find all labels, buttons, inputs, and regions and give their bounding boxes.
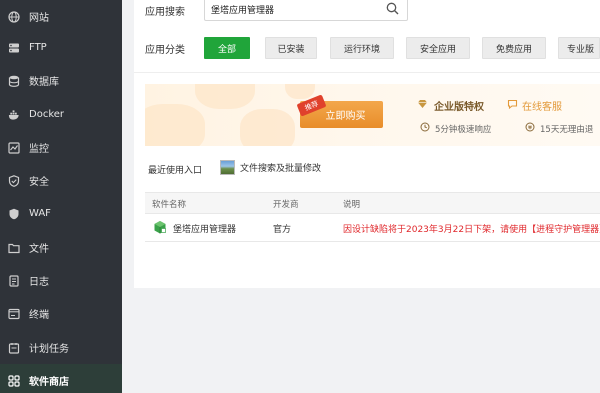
sidebar-item-label: 日志 xyxy=(29,277,49,288)
app-thumbnail xyxy=(220,160,235,175)
table-header: 软件名称 开发商 说明 xyxy=(145,192,600,214)
feature-refund: 15天无理由退 xyxy=(525,122,593,135)
feature-fast-response: 5分钟极速响应 xyxy=(420,122,491,135)
online-service-label: 在线客服 xyxy=(522,102,562,113)
category-security-button[interactable]: 安全应用 xyxy=(406,37,470,59)
banner-decoration xyxy=(285,84,315,99)
sidebar-item-label: 网站 xyxy=(29,13,49,24)
category-free-button[interactable]: 免费应用 xyxy=(482,37,546,59)
enterprise-banner: 立即购买 推荐 企业版特权 在线客服 5分钟极速响应 15天无理由退 xyxy=(145,84,600,146)
sidebar-item-files[interactable]: 文件 xyxy=(0,231,122,264)
sidebar-item-security[interactable]: 安全 xyxy=(0,164,122,197)
recent-label: 最近使用入口 xyxy=(148,166,203,176)
column-header-description: 说明 xyxy=(343,200,361,210)
chat-bubble-icon xyxy=(507,99,518,112)
apps-grid-icon xyxy=(8,374,20,387)
recent-entry-file-search[interactable]: 文件搜索及批量修改 xyxy=(220,160,321,175)
shield-icon xyxy=(8,208,20,220)
search-label: 应用搜索 xyxy=(145,7,185,18)
sidebar-item-label: 计划任务 xyxy=(29,344,69,355)
divider xyxy=(134,72,600,73)
docker-whale-icon xyxy=(8,109,20,121)
search-box xyxy=(204,0,408,21)
feature-refund-label: 15天无理由退 xyxy=(540,124,594,135)
sidebar-item-label: 安全 xyxy=(29,177,49,188)
banner-decoration xyxy=(240,109,295,146)
clock-icon xyxy=(420,122,430,135)
category-runtime-button[interactable]: 运行环境 xyxy=(330,37,394,59)
software-description: 因设计缺陷将于2023年3月22日下架，请使用【进程守护管理器】 xyxy=(343,225,600,235)
terminal-icon xyxy=(8,308,20,320)
feature-fast-response-label: 5分钟极速响应 xyxy=(435,124,492,135)
diamond-icon xyxy=(417,99,428,112)
column-header-vendor: 开发商 xyxy=(273,200,299,210)
table-row[interactable]: 堡塔应用管理器 官方 因设计缺陷将于2023年3月22日下架，请使用【进程守护管… xyxy=(145,214,600,242)
sidebar-item-label: 文件 xyxy=(29,244,49,255)
sidebar-item-label: 监控 xyxy=(29,144,49,155)
monitor-icon xyxy=(8,141,20,154)
sidebar-item-ftp[interactable]: FTP xyxy=(0,31,122,64)
log-document-icon xyxy=(8,274,20,287)
refund-icon xyxy=(525,122,535,135)
sidebar-item-label: 软件商店 xyxy=(29,377,69,388)
software-name: 堡塔应用管理器 xyxy=(173,225,237,235)
ftp-server-icon xyxy=(8,42,20,54)
sidebar-item-waf[interactable]: WAF xyxy=(0,197,122,230)
sidebar-item-label: WAF xyxy=(29,208,51,219)
sidebar-item-label: 数据库 xyxy=(29,77,59,88)
buy-now-label: 立即购买 xyxy=(325,111,366,122)
online-service-link[interactable]: 在线客服 xyxy=(507,98,562,113)
category-pro-button[interactable]: 专业版 xyxy=(558,37,600,59)
sidebar-item-docker[interactable]: Docker xyxy=(0,98,122,131)
category-label: 应用分类 xyxy=(145,45,185,56)
sidebar-item-logs[interactable]: 日志 xyxy=(0,264,122,297)
category-installed-button[interactable]: 已安装 xyxy=(265,37,317,59)
folder-icon xyxy=(8,242,20,254)
sidebar-item-label: Docker xyxy=(29,109,65,120)
sidebar-item-database[interactable]: 数据库 xyxy=(0,64,122,97)
search-icon[interactable] xyxy=(386,2,399,15)
calendar-icon xyxy=(8,342,20,354)
sidebar-item-monitor[interactable]: 监控 xyxy=(0,131,122,164)
database-icon xyxy=(8,75,20,87)
column-header-name: 软件名称 xyxy=(152,200,187,210)
app-cube-icon xyxy=(153,220,167,235)
software-vendor: 官方 xyxy=(273,225,292,235)
enterprise-privilege-title: 企业版特权 xyxy=(417,98,484,113)
globe-icon xyxy=(8,10,20,23)
app-store-panel: 应用搜索 应用分类 全部 已安装 运行环境 安全应用 免费应用 专业版 立即购买… xyxy=(134,0,600,288)
recent-entry-label: 文件搜索及批量修改 xyxy=(240,164,322,174)
banner-decoration xyxy=(145,104,205,146)
sidebar-item-label: 终端 xyxy=(29,310,49,321)
search-input[interactable] xyxy=(211,1,379,17)
sidebar-item-website[interactable]: 网站 xyxy=(0,0,122,33)
sidebar-item-label: FTP xyxy=(29,42,47,53)
sidebar-item-app-store[interactable]: 软件商店 xyxy=(0,364,122,393)
shield-check-icon xyxy=(8,174,20,187)
sidebar-item-terminal[interactable]: 终端 xyxy=(0,297,122,330)
sidebar: 网站 FTP 数据库 Docker 监控 安全 WAF 文件 日志 终端 计划任… xyxy=(0,0,122,393)
sidebar-item-cron[interactable]: 计划任务 xyxy=(0,331,122,364)
category-all-button[interactable]: 全部 xyxy=(204,37,250,59)
enterprise-privilege-label: 企业版特权 xyxy=(434,102,484,113)
banner-decoration xyxy=(195,84,255,109)
